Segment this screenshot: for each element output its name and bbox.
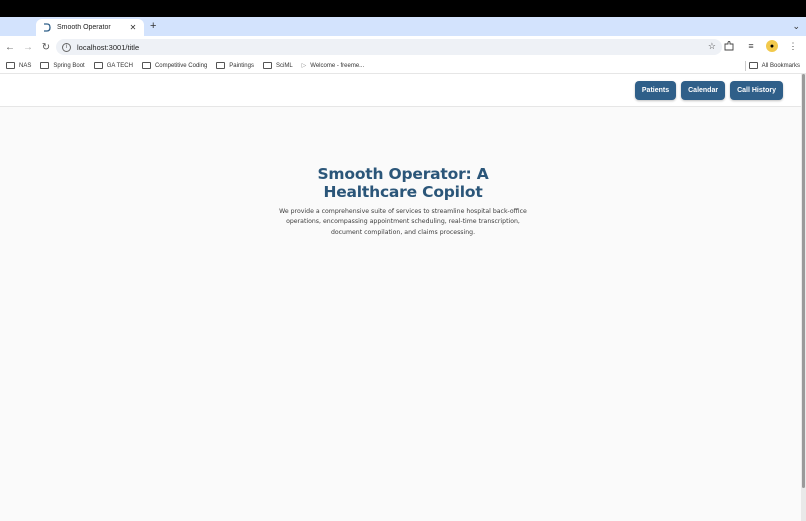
bookmark-nas[interactable]: NAS bbox=[6, 62, 31, 69]
bookmark-label: GA TECH bbox=[106, 62, 133, 69]
bookmark-label: Paintings bbox=[229, 62, 254, 69]
folder-icon bbox=[6, 62, 15, 69]
new-tab-icon[interactable]: + bbox=[150, 20, 156, 32]
scrollbar-thumb[interactable] bbox=[802, 74, 805, 488]
tab-strip: Smooth Operator ✕ + ⌄ bbox=[0, 17, 806, 36]
menu-kebab-icon[interactable]: ⋮ bbox=[786, 39, 800, 53]
bookmarks-divider bbox=[745, 61, 746, 71]
calendar-button[interactable]: Calendar bbox=[681, 81, 726, 100]
bookmark-sciml[interactable]: SciML bbox=[262, 62, 293, 69]
page-description: We provide a comprehensive suite of serv… bbox=[279, 208, 527, 236]
bookmark-label: Spring Boot bbox=[53, 62, 85, 69]
back-icon[interactable]: ← bbox=[2, 39, 18, 55]
media-control-icon[interactable]: ≡ bbox=[744, 39, 758, 53]
bookmark-paintings[interactable]: Paintings bbox=[216, 62, 254, 69]
tab-title: Smooth Operator bbox=[57, 24, 111, 31]
profile-avatar[interactable]: ● bbox=[766, 40, 778, 52]
folder-icon bbox=[93, 62, 103, 69]
play-icon: ▷ bbox=[301, 63, 307, 69]
tab-search-chevron-icon[interactable]: ⌄ bbox=[792, 21, 800, 32]
browser-tab[interactable]: Smooth Operator ✕ bbox=[36, 19, 144, 36]
url-text: localhost:3001/title bbox=[77, 42, 140, 52]
all-bookmarks[interactable]: All Bookmarks bbox=[748, 62, 800, 69]
app-nav: Patients Calendar Call History bbox=[634, 81, 783, 100]
folder-icon bbox=[141, 62, 151, 69]
bookmark-spring-boot[interactable]: Spring Boot bbox=[40, 62, 85, 69]
favicon-icon bbox=[42, 23, 51, 32]
all-bookmarks-label: All Bookmarks bbox=[761, 62, 800, 69]
page-title: Smooth Operator: A Healthcare Copilot bbox=[317, 165, 489, 201]
bookmark-ga-tech[interactable]: GA TECH bbox=[93, 62, 133, 69]
folder-icon bbox=[262, 62, 272, 69]
bookmark-star-icon[interactable]: ☆ bbox=[708, 41, 716, 52]
bookmark-label: SciML bbox=[275, 62, 293, 69]
app-header: Patients Calendar Call History bbox=[0, 74, 801, 107]
hero-section: Smooth Operator: A Healthcare Copilot We… bbox=[270, 165, 536, 238]
folder-icon bbox=[748, 62, 758, 69]
browser-toolbar: ← → ↻ i localhost:3001/title ☆ ≡ ● ⋮ bbox=[0, 36, 806, 58]
tab-close-icon[interactable]: ✕ bbox=[128, 23, 138, 32]
folder-icon bbox=[40, 62, 50, 69]
site-info-icon[interactable]: i bbox=[62, 42, 71, 52]
bookmark-label: NAS bbox=[19, 62, 32, 69]
patients-button[interactable]: Patients bbox=[634, 81, 677, 100]
bookmark-competitive-coding[interactable]: Competitive Coding bbox=[141, 62, 208, 69]
address-bar[interactable]: i localhost:3001/title ☆ bbox=[56, 39, 722, 55]
reload-icon[interactable]: ↻ bbox=[38, 39, 54, 55]
page-content: Patients Calendar Call History Smooth Op… bbox=[0, 74, 801, 521]
os-top-bar bbox=[0, 0, 806, 17]
call-history-button[interactable]: Call History bbox=[730, 81, 783, 100]
bookmark-label: Competitive Coding bbox=[154, 62, 208, 69]
folder-icon bbox=[216, 62, 226, 69]
page-scrollbar[interactable] bbox=[801, 74, 806, 521]
bookmark-welcome[interactable]: ▷ Welcome - freeme... bbox=[301, 62, 365, 70]
bookmark-label: Welcome - freeme... bbox=[310, 62, 365, 69]
extensions-icon[interactable] bbox=[722, 39, 736, 53]
forward-icon[interactable]: → bbox=[20, 39, 36, 55]
bookmarks-bar: NAS Spring Boot GA TECH Competitive Codi… bbox=[0, 58, 806, 74]
